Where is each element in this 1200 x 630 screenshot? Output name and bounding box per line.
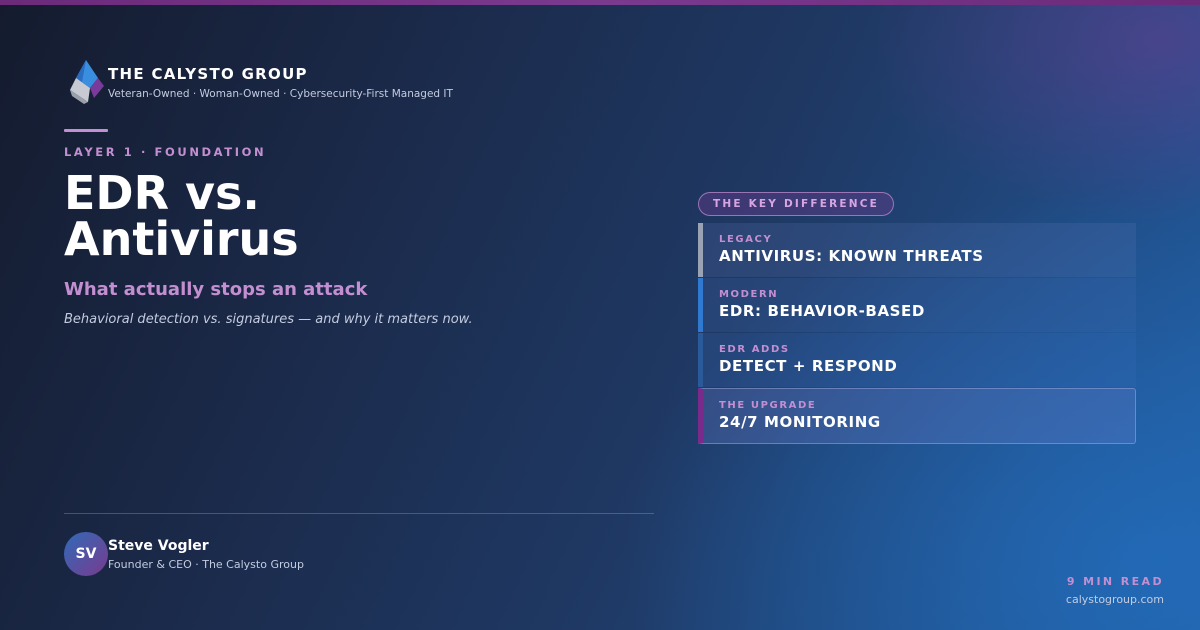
- comparison-row-modern: MODERN EDR: BEHAVIOR-BASED: [698, 278, 1136, 332]
- eyebrow-label: LAYER 1 · FOUNDATION: [64, 145, 267, 159]
- author-block: SV Steve Vogler Founder & CEO · The Caly…: [64, 532, 304, 576]
- row-value: 24/7 MONITORING: [719, 413, 881, 431]
- brand-header: THE CALYSTO GROUP Veteran-Owned · Woman-…: [68, 58, 453, 106]
- comparison-row-upgrade: THE UPGRADE 24/7 MONITORING: [698, 388, 1136, 444]
- author-role: Founder & CEO · The Calysto Group: [108, 557, 304, 571]
- top-accent-bar: [0, 0, 1200, 5]
- title-accent-line: [64, 129, 108, 132]
- calysto-logo-icon: [70, 60, 104, 104]
- avatar: SV: [64, 532, 108, 576]
- brand-tagline: Veteran-Owned · Woman-Owned · Cybersecur…: [108, 88, 453, 100]
- row-value: DETECT + RESPOND: [719, 357, 898, 375]
- read-time: 9 MIN READ: [1066, 575, 1164, 588]
- subtitle: What actually stops an attack: [64, 279, 368, 300]
- website-link[interactable]: calystogroup.com: [1066, 593, 1164, 606]
- description: Behavioral detection vs. signatures — an…: [64, 312, 473, 327]
- title-line-2: Antivirus: [64, 212, 299, 266]
- row-label: MODERN: [719, 289, 779, 300]
- row-label: THE UPGRADE: [719, 400, 817, 411]
- author-name: Steve Vogler: [108, 537, 209, 554]
- row-label: LEGACY: [719, 234, 773, 245]
- row-label: EDR ADDS: [719, 344, 790, 355]
- comparison-list: LEGACY ANTIVIRUS: KNOWN THREATS MODERN E…: [698, 223, 1136, 445]
- row-value: EDR: BEHAVIOR-BASED: [719, 302, 925, 320]
- brand-name: THE CALYSTO GROUP: [108, 65, 308, 83]
- page-title: EDR vs. Antivirus: [64, 170, 299, 262]
- comparison-row-edr-adds: EDR ADDS DETECT + RESPOND: [698, 333, 1136, 387]
- key-difference-badge: THE KEY DIFFERENCE: [698, 192, 895, 216]
- row-value: ANTIVIRUS: KNOWN THREATS: [719, 247, 984, 265]
- author-divider: [64, 513, 654, 514]
- comparison-row-legacy: LEGACY ANTIVIRUS: KNOWN THREATS: [698, 223, 1136, 277]
